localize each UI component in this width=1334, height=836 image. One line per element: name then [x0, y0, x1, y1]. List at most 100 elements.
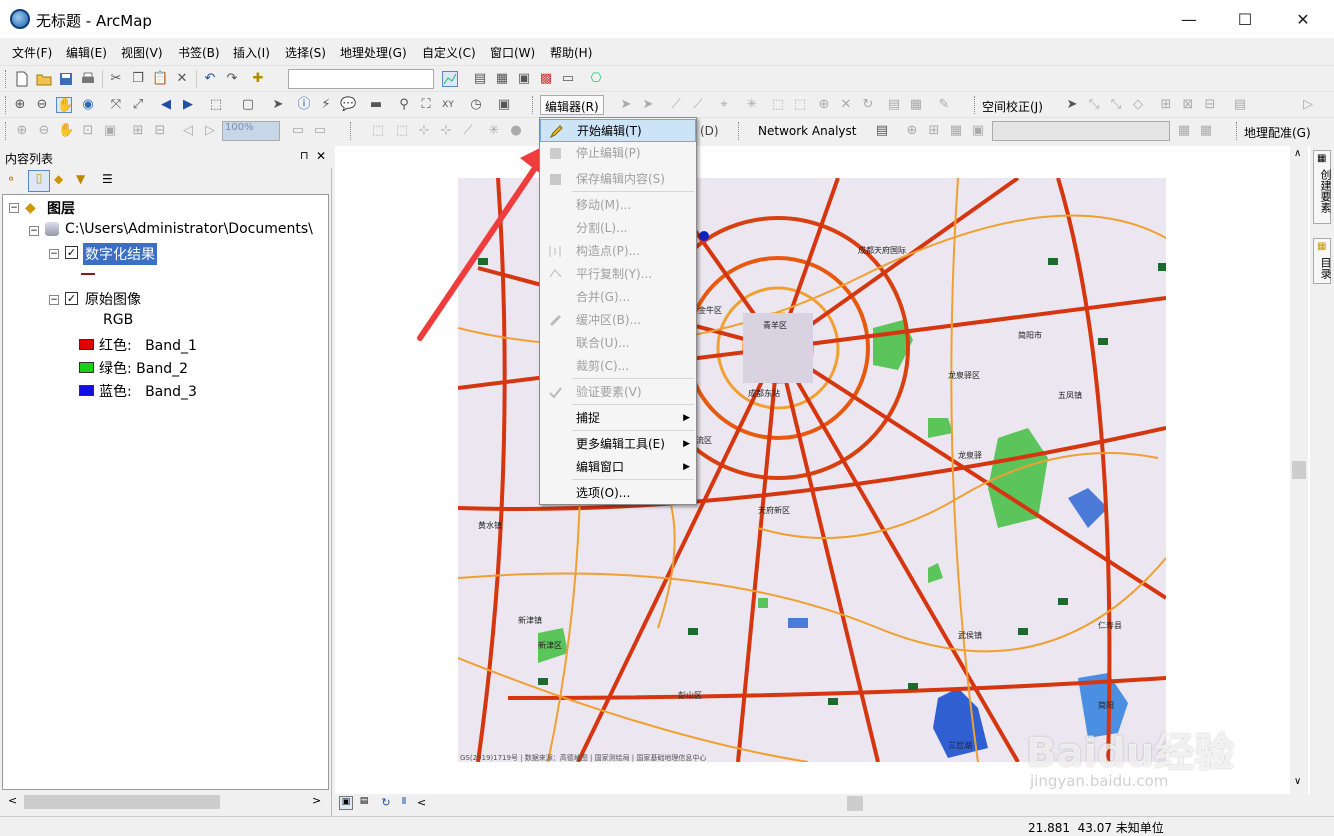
georef-rotate-icon[interactable]: ▦ — [1176, 123, 1192, 139]
layout-zoom-out-icon[interactable]: ⊖ — [36, 123, 52, 139]
layer-original-image[interactable]: 原始图像 — [85, 289, 141, 309]
fixed-zoom-in-layout-icon[interactable]: ⊞ — [130, 123, 146, 139]
menu-save-edits[interactable]: 保存编辑内容(S) — [540, 168, 696, 191]
modify-link-icon[interactable]: ⤡ — [1108, 97, 1124, 113]
menu-start-editing[interactable]: 开始编辑(T) — [540, 119, 696, 142]
fixed-zoom-in-icon[interactable]: ⤧ — [108, 97, 124, 113]
na-create-network-location-icon[interactable]: ⊕ — [904, 123, 920, 139]
search-window-icon[interactable]: ▣ — [516, 71, 532, 87]
menu-window[interactable]: 窗口(W) — [490, 44, 535, 61]
create-viewer-icon[interactable]: ▣ — [496, 97, 512, 113]
edit-tool-icon[interactable]: ➤ — [618, 97, 634, 113]
network-analyst-window-icon[interactable]: ▤ — [874, 123, 890, 139]
menu-bookmarks[interactable]: 书签(B) — [178, 44, 220, 61]
refresh-icon[interactable]: ↻ — [379, 796, 393, 810]
html-popup-icon[interactable]: 💬 — [340, 97, 356, 113]
sketch-properties-icon[interactable]: ▦ — [908, 97, 924, 113]
menu-editing-windows[interactable]: 编辑窗口 ▶ — [540, 456, 696, 479]
georef-layer-dropdown[interactable] — [992, 121, 1170, 141]
menu-snapping[interactable]: 捕捉 ▶ — [540, 407, 696, 430]
cut-icon[interactable]: ✂ — [108, 71, 124, 87]
delete-icon[interactable]: ✕ — [174, 71, 190, 87]
edit-annotation-icon[interactable]: ➤ — [640, 97, 656, 113]
python-icon[interactable]: ▭ — [560, 71, 576, 87]
menu-copy-parallel[interactable]: 平行复制(Y)... — [540, 263, 696, 286]
copy-icon[interactable]: ❐ — [130, 71, 146, 87]
layers-root-label[interactable]: 图层 — [47, 198, 75, 218]
fixed-zoom-out-layout-icon[interactable]: ⊟ — [152, 123, 168, 139]
catalog-icon[interactable]: ▦ — [494, 71, 510, 87]
measure-icon[interactable]: ▬ — [368, 97, 384, 113]
list-by-source-icon[interactable]: ▯ — [28, 170, 50, 192]
menu-move[interactable]: 移动(M)... — [540, 194, 696, 217]
hscroll-left-icon[interactable]: < — [417, 796, 426, 809]
spatial-adjustment-menu[interactable]: 空间校正(J) — [982, 98, 1043, 115]
menu-insert[interactable]: 插入(I) — [233, 44, 270, 61]
minimize-button[interactable]: — — [1160, 0, 1218, 38]
go-to-xy-icon[interactable]: XY — [440, 97, 456, 113]
georef-arrow-icon[interactable]: ▷ — [1300, 97, 1316, 113]
na-select-move-icon[interactable]: ⊞ — [926, 123, 942, 139]
menu-file[interactable]: 文件(F) — [12, 44, 52, 61]
layout-pan-icon[interactable]: ✋ — [58, 123, 74, 139]
toc-options-icon[interactable]: ☰ — [102, 172, 118, 190]
menu-buffer[interactable]: 缓冲区(B)... — [540, 309, 696, 332]
layout-view-icon[interactable]: ▤ — [357, 796, 371, 810]
focus-data-frame-icon[interactable]: ▭ — [312, 123, 328, 139]
fixed-zoom-out-icon[interactable]: ⤢ — [130, 97, 146, 113]
zoom-in-icon[interactable]: ⊕ — [12, 97, 28, 113]
limited-adjust-area-icon[interactable]: ⊞ — [1158, 97, 1174, 113]
new-displacement-link-icon[interactable]: ⤡ — [1086, 97, 1102, 113]
collapse-layer1-toggle[interactable]: − — [49, 249, 59, 259]
print-icon[interactable] — [80, 71, 96, 87]
menu-view[interactable]: 视图(V) — [121, 44, 163, 61]
collapse-layer2-toggle[interactable]: − — [49, 295, 59, 305]
collapse-path-toggle[interactable]: − — [29, 226, 39, 236]
menu-help[interactable]: 帮助(H) — [550, 44, 592, 61]
scroll-right-icon[interactable]: > — [312, 794, 321, 807]
reshape-icon[interactable]: ⬚ — [792, 97, 808, 113]
editor-toolbar-icon[interactable] — [442, 71, 458, 87]
maximize-button[interactable]: ☐ — [1216, 0, 1274, 38]
layer-digitized-result[interactable]: 数字化结果 — [83, 243, 157, 265]
trace-icon[interactable]: ⌖ — [716, 97, 732, 113]
model-builder-icon[interactable]: ⎔ — [588, 71, 604, 87]
menu-more-editing-tools[interactable]: 更多编辑工具(E) ▶ — [540, 433, 696, 456]
split-icon[interactable]: ✕ — [838, 97, 854, 113]
layer1-visibility-checkbox[interactable]: ✓ — [65, 246, 78, 259]
multi-link-icon[interactable]: ◇ — [1130, 97, 1146, 113]
menu-options[interactable]: 选项(O)... — [540, 482, 696, 505]
view-link-table-icon[interactable]: ▤ — [1232, 97, 1248, 113]
network-dataset-menu[interactable]: (D) — [700, 124, 719, 138]
georeferencing-menu[interactable]: 地理配准(G) — [1244, 124, 1311, 141]
menu-geoprocessing[interactable]: 地理处理(G) — [340, 44, 407, 61]
straight-segment-icon[interactable]: ⟋ — [668, 97, 684, 113]
scroll-left-icon[interactable]: < — [8, 794, 17, 807]
menu-select[interactable]: 选择(S) — [285, 44, 326, 61]
full-extent-globe-icon[interactable]: ◉ — [80, 97, 96, 113]
toc-scroll-thumb[interactable] — [24, 795, 220, 809]
hyperlink-icon[interactable]: ⚡ — [318, 97, 334, 113]
layer2-visibility-checkbox[interactable]: ✓ — [65, 292, 78, 305]
list-by-drawing-order-icon[interactable]: ⚬ — [6, 172, 22, 190]
map-vscroll-thumb[interactable] — [1292, 461, 1306, 479]
back-extent-icon[interactable]: ◀ — [158, 97, 174, 113]
zoom-out-icon[interactable]: ⊖ — [34, 97, 50, 113]
select-elements-icon[interactable]: ➤ — [1064, 97, 1080, 113]
forward-extent-icon[interactable]: ▶ — [180, 97, 196, 113]
select-features-icon[interactable]: ⬚ — [208, 97, 224, 113]
rotate-icon[interactable]: ↻ — [860, 97, 876, 113]
menu-stop-editing[interactable]: 停止编辑(P) — [540, 142, 696, 165]
toc-close-button[interactable]: ✕ — [316, 149, 326, 163]
time-slider-icon[interactable]: ◷ — [468, 97, 484, 113]
toggle-draft-icon[interactable]: ▭ — [290, 123, 306, 139]
workspace-path[interactable]: C:\Users\Administrator\Documents\ — [65, 221, 313, 237]
previous-extent-layout-icon[interactable]: ◁ — [180, 123, 196, 139]
new-document-icon[interactable] — [14, 71, 30, 87]
zoom-100-icon[interactable]: ▣ — [102, 123, 118, 139]
na-directions-icon[interactable]: ▣ — [970, 123, 986, 139]
create-features-icon[interactable]: ✎ — [936, 97, 952, 113]
identify-icon[interactable]: ⓘ — [296, 97, 312, 113]
menu-customize[interactable]: 自定义(C) — [422, 44, 476, 61]
menu-construct-points[interactable]: 构造点(P)... — [540, 240, 696, 263]
